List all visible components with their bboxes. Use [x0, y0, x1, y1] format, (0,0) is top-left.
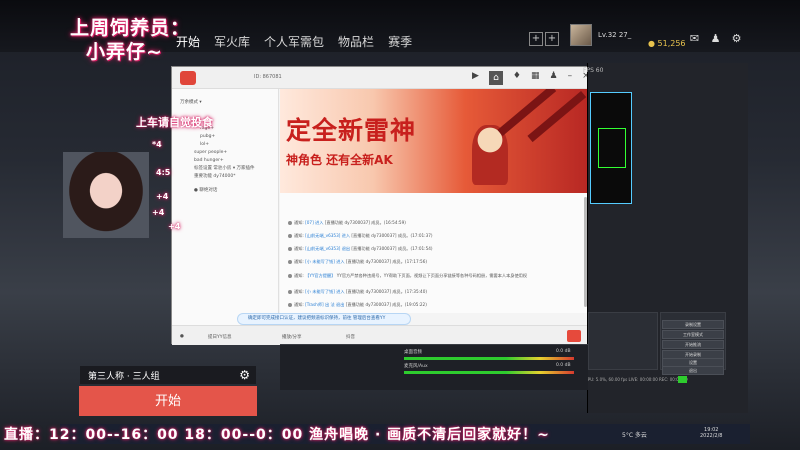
obs-nested-preview — [598, 128, 626, 168]
banner-subtitle: 神角色 还有全新AK — [286, 153, 393, 167]
sidebar-row[interactable]: lol+ — [172, 141, 278, 149]
sidebar-row[interactable]: bad hunger+ — [172, 157, 278, 165]
add-squad-button[interactable]: + — [545, 32, 559, 46]
mixer-label: 麦克风/Aux — [404, 364, 428, 369]
obs-button[interactable]: 录制设置 — [662, 320, 724, 329]
minimize-icon[interactable]: – — [568, 71, 573, 85]
mixer-value: 0.0 dB — [556, 349, 571, 354]
chat-app-window: ID: 867081 ▶ ⌂ ♦ ▦ ♟ – × 万余模式 ▾ rage+ pu… — [171, 66, 590, 345]
sidebar-row[interactable]: super people+ — [172, 149, 278, 157]
chat-footer: ● 提日YY信息 播放/分享 抖音 — [172, 325, 590, 345]
obs-button[interactable]: 工作室模式 — [662, 330, 724, 339]
mode-label: 第三人称 · 三人组 — [88, 371, 160, 382]
audio-mixer: 桌面音频 0.0 dB 麦克风/Aux 0.0 dB — [280, 344, 588, 390]
game-nav: 开始 军火库 个人军需包 物品栏 赛季 — [176, 33, 412, 50]
gift-label: +4 — [152, 208, 165, 217]
chat-message: 通知: 【YY官方提醒】 YY官方严禁各种违规号，YY帮助下页面，视频让下页面分… — [288, 273, 527, 279]
chat-message: 通知: [山前无端_v6353] 进入 [直播功能 dy7300037] 成员。… — [288, 233, 433, 239]
grid-icon[interactable]: ▦ — [531, 71, 540, 85]
avatar-icon[interactable]: ● — [180, 334, 184, 339]
sidebar-row[interactable]: 标签设置 常驻小房 ▾ 万家插件 — [172, 165, 278, 173]
nav-arsenal[interactable]: 军火库 — [214, 33, 250, 50]
home-icon[interactable]: ⌂ — [488, 71, 503, 85]
banner-title: 定全新雷神 — [286, 116, 417, 145]
mixer-value: 0.0 dB — [556, 363, 571, 368]
gift-label: +4 — [168, 222, 181, 231]
notice-pill[interactable]: 确定即可完成接口认证，建议把频道标识保持，前往 管理后台查看YY — [237, 313, 411, 325]
start-match-button[interactable]: 开始 — [79, 386, 257, 416]
message-list: 通知: [07] 进入 [直播功能 dy7300037] 成员。(16:54:5… — [280, 193, 589, 313]
schedule-marquee: 直播：12：00--16：00 18：00--0：00 渔舟唱晚 · 画质不清后… — [4, 427, 550, 443]
footer-mid-label[interactable]: 播放/分享 — [282, 334, 302, 340]
obs-button[interactable]: 开始推流 — [662, 340, 724, 349]
sidebar-row[interactable]: pubg+ — [172, 133, 278, 141]
mixer-label: 桌面音频 — [404, 350, 422, 355]
nav-inventory[interactable]: 物品栏 — [338, 33, 374, 50]
mixer-meter — [404, 371, 574, 374]
obs-button[interactable]: 退出 — [662, 366, 724, 375]
top-icons: ✉ ♟ ⚙ — [672, 32, 743, 45]
sidebar-row[interactable]: 重要功能 dy74000* — [172, 173, 278, 181]
player-avatar — [570, 24, 592, 46]
friends-icon[interactable]: ♟ — [709, 32, 722, 45]
gift-label: 4:5 — [156, 168, 171, 177]
sidebar-row[interactable]: 万余模式 ▾ — [172, 99, 278, 107]
chat-header: ID: 867081 ▶ ⌂ ♦ ▦ ♟ – × — [172, 67, 590, 89]
player-level: Lv.32 27_ — [598, 31, 632, 39]
webcam-feed — [63, 152, 149, 238]
player-info[interactable]: Lv.32 27_ — [570, 24, 631, 46]
obs-status-bar: CPU: 5.0%, 60.00 fps LIVE: 00:00:00 REC:… — [585, 377, 688, 382]
feeder-name: 小弄仔~ — [86, 41, 163, 63]
stream-indicator — [678, 376, 687, 383]
video-icon[interactable]: ▶ — [472, 71, 479, 85]
mail-icon[interactable]: ✉ — [688, 32, 701, 45]
mode-selector[interactable]: 第三人称 · 三人组 ⚙ — [80, 366, 256, 384]
feeder-label: 上周饲养员： — [70, 17, 191, 39]
send-button[interactable] — [567, 330, 581, 342]
footer-right-label[interactable]: 抖音 — [346, 334, 355, 340]
app-logo-icon — [180, 71, 196, 85]
mixer-meter — [404, 357, 574, 360]
gift-label: +4 — [156, 192, 169, 201]
fps-readout: FPS 60 — [583, 67, 604, 74]
promo-banner[interactable]: 定全新雷神 神角色 还有全新AK — [280, 89, 589, 193]
nav-season[interactable]: 赛季 — [388, 33, 412, 50]
nav-supply-pack[interactable]: 个人军需包 — [264, 33, 324, 50]
chat-message: 通知: [Trash师] 出 法 退出 [直播功能 dy7300037] 成员。… — [288, 302, 427, 308]
chat-message: 通知: [07] 进入 [直播功能 dy7300037] 成员。(16:54:5… — [288, 220, 406, 226]
add-friend-button[interactable]: + — [529, 32, 543, 46]
nav-start[interactable]: 开始 — [176, 33, 200, 50]
chat-message: 通知: [山前无端_v6353] 退出 [直播功能 dy7300037] 成员。… — [288, 246, 433, 252]
obs-properties-panel — [588, 312, 658, 370]
user-icon[interactable]: ♟ — [550, 71, 558, 85]
mode-gear-icon[interactable]: ⚙ — [239, 368, 250, 382]
chat-message: 通知: [小 未能写了钱] 进入 [直播功能 dy7300037] 成员。(17… — [288, 289, 427, 295]
stream-capture: 上周饲养员： 小弄仔~ 开始 军火库 个人军需包 物品栏 赛季 + + Lv.3… — [0, 0, 800, 450]
footer-left-label[interactable]: 提日YY信息 — [208, 334, 232, 340]
room-id: ID: 867081 — [254, 74, 282, 80]
taskbar-clock: 19:02 2022/2/8 — [700, 427, 723, 439]
car-overlay-text: 上车请自觉投食 — [136, 116, 213, 129]
settings-icon[interactable]: ⚙ — [730, 32, 743, 45]
chat-toolbar: ▶ ⌂ ♦ ▦ ♟ – × — [472, 71, 590, 85]
gift-label: *4 — [152, 140, 162, 149]
weather-readout: 5°C 多云 — [622, 432, 647, 439]
sidebar-row[interactable]: ● 聊绝对话 — [172, 187, 278, 195]
chat-message: 通知: [小 未能写了钱] 进入 [直播功能 dy7300037] 成员。(17… — [288, 259, 427, 265]
game-icon[interactable]: ♦ — [513, 71, 521, 85]
